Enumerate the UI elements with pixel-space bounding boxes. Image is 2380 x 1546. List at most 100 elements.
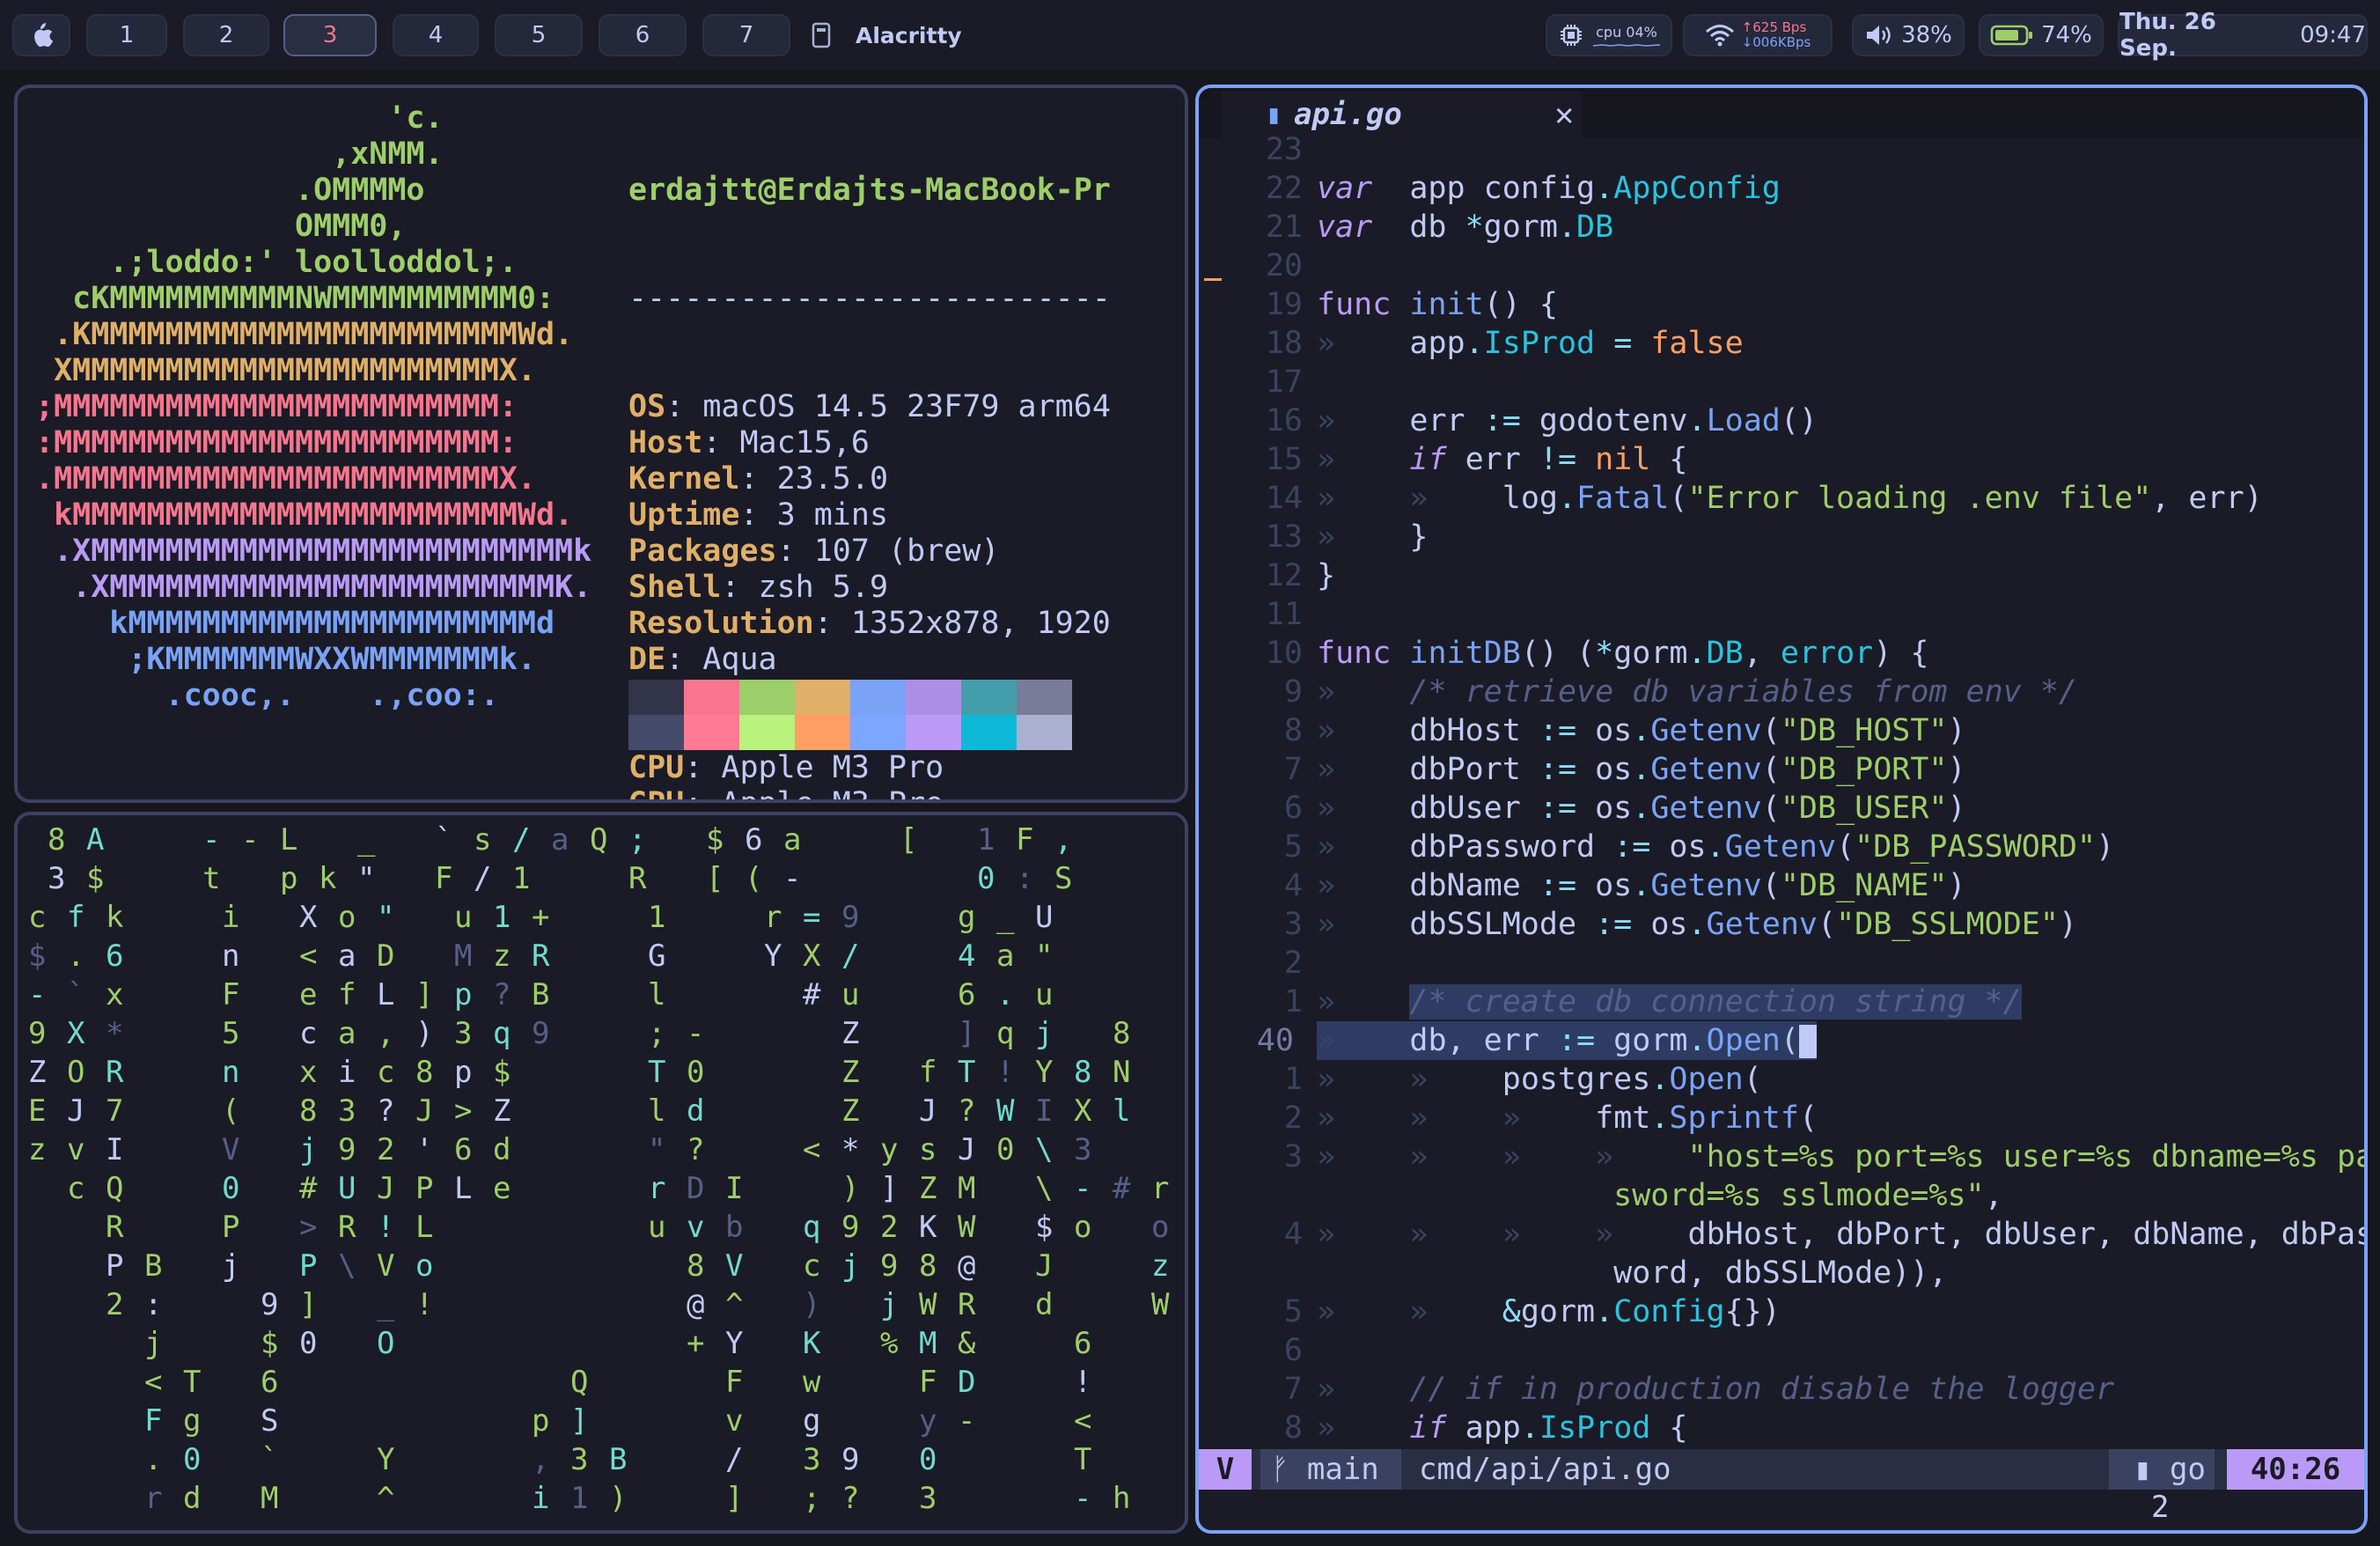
matrix-glyph: M <box>454 939 473 974</box>
matrix-glyph: X <box>803 939 821 974</box>
matrix-glyph: M <box>261 1481 279 1516</box>
matrix-glyph: r <box>144 1481 163 1516</box>
info-row: DE: Aqua <box>628 642 1111 678</box>
line-number: 20 <box>1265 248 1303 283</box>
code-line: 7 » dbPort := os.Getenv("DB_PORT") <box>1199 750 2364 789</box>
code-token: err <box>1446 442 1539 477</box>
workspace-3-button[interactable]: 3 <box>283 14 377 56</box>
matrix-glyph: \ <box>338 1248 356 1284</box>
code-token: gorm <box>1613 636 1688 671</box>
close-icon[interactable]: ✕ <box>1554 97 1574 133</box>
code-token: » <box>1317 442 1355 477</box>
code-text: func init() { <box>1317 285 1558 324</box>
code-token: DB <box>1576 210 1614 245</box>
matrix-glyph: Q <box>570 1365 589 1400</box>
matrix-glyph: t <box>202 861 221 896</box>
matrix-glyph: T <box>958 1055 976 1090</box>
code-token: gorm <box>1483 210 1558 245</box>
matrix-glyph: . <box>996 977 1015 1012</box>
code-token: IsProd <box>1539 1410 1651 1446</box>
info-row: Resolution: 1352x878, 1920 <box>628 606 1111 642</box>
code-line: 20 <box>1199 247 2364 285</box>
battery-widget[interactable]: 74% <box>1979 14 2104 56</box>
code-line: 6 <box>1199 1331 2364 1370</box>
command-line[interactable]: 2 <box>2151 1490 2169 1525</box>
workspace-2-button[interactable]: 2 <box>183 14 269 56</box>
matrix-rain-terminal-pane[interactable]: 8 A - - L _ ` s / a Q; $6 a[1 F, 3 $ t p k " F/1 R[(-0: Sc f k i X… <box>14 812 1188 1534</box>
matrix-glyph: b <box>725 1210 744 1245</box>
matrix-glyph: / <box>841 939 860 974</box>
code-line: 8 » if app.IsProd { <box>1199 1409 2364 1447</box>
matrix-glyph: = <box>803 900 821 935</box>
matrix-glyph: # <box>299 1171 318 1206</box>
code-text: » dbUser := os.Getenv("DB_USER") <box>1317 789 1966 828</box>
info-value: 1352x878, 1920 <box>850 606 1111 641</box>
info-colon: : <box>739 461 777 497</box>
workspace-label: 1 <box>119 22 135 48</box>
matrix-glyph: 6 <box>454 1132 473 1167</box>
battery-level: 74% <box>2041 22 2092 48</box>
matrix-glyph: ) <box>415 1016 434 1051</box>
code-line: 9 » /* retrieve db variables from env */ <box>1199 673 2364 711</box>
cpu-widget[interactable]: cpu 04% <box>1546 14 1672 56</box>
matrix-glyph: R <box>628 861 647 896</box>
matrix-glyph: j <box>841 1248 860 1284</box>
line-number: 17 <box>1265 364 1303 400</box>
matrix-glyph: , <box>377 1016 395 1051</box>
workspace-1-button[interactable]: 1 <box>86 14 167 56</box>
workspace-4-button[interactable]: 4 <box>393 14 479 56</box>
workspace-7-button[interactable]: 7 <box>702 14 790 56</box>
code-line: 18 » app.IsProd = false <box>1199 324 2364 363</box>
code-token: "Error loading .env file" <box>1687 481 2152 516</box>
code-token: Getenv <box>1706 907 1818 942</box>
info-value: 107 (brew) <box>813 534 1000 569</box>
front-app-indicator[interactable]: Alacritty <box>812 14 962 56</box>
line-number: 40 <box>1256 1023 1294 1058</box>
matrix-glyph: ) <box>841 1171 860 1206</box>
matrix-glyph: l <box>648 1093 666 1129</box>
matrix-glyph: D <box>687 1171 705 1206</box>
code-line: 7 » // if in production disable the logge… <box>1199 1370 2364 1409</box>
matrix-glyph: [ <box>900 822 918 858</box>
matrix-glyph: N <box>1113 1055 1131 1090</box>
code-token: gorm <box>1595 1023 1688 1058</box>
matrix-glyph: o <box>415 1248 434 1284</box>
matrix-glyph: j <box>144 1326 163 1361</box>
neofetch-terminal-pane[interactable]: 'c. ,xNMM. .OMMMMo OMMM0, .;loddo:' lool… <box>14 85 1188 803</box>
network-widget[interactable]: ↑625 Bps ↓006KBps <box>1683 14 1833 56</box>
workspace-6-button[interactable]: 6 <box>599 14 687 56</box>
matrix-glyph: 1 <box>570 1481 589 1516</box>
matrix-glyph: X <box>67 1016 85 1051</box>
logo-line: kMMMMMMMMMMMMMMMMMMMMMMd <box>35 606 555 641</box>
matrix-glyph: g <box>183 1403 202 1439</box>
matrix-glyph: k <box>106 900 124 935</box>
matrix-glyph: U <box>338 1171 356 1206</box>
terminal-app-icon <box>812 22 831 48</box>
matrix-glyph: 3 <box>919 1481 937 1516</box>
apple-menu-button[interactable] <box>12 14 70 56</box>
clock-widget[interactable]: Thu. 26 Sep. 09:47 <box>2118 9 2368 62</box>
matrix-glyph: P <box>299 1248 318 1284</box>
matrix-glyph: ) <box>803 1287 821 1322</box>
volume-widget[interactable]: 38% <box>1852 14 1965 56</box>
code-token: . <box>1650 1062 1670 1097</box>
matrix-glyph: O <box>377 1326 395 1361</box>
matrix-glyph: o <box>1074 1210 1092 1245</box>
info-row: GPU: Apple M3 Pro <box>628 786 1111 799</box>
matrix-glyph: f <box>338 977 356 1012</box>
matrix-glyph: R <box>338 1210 356 1245</box>
matrix-glyph: j <box>299 1132 318 1167</box>
matrix-glyph: y <box>880 1132 899 1167</box>
code-token: IsProd <box>1483 326 1596 361</box>
code-token: "DB_USER" <box>1780 791 1948 826</box>
git-sign-deleted <box>1204 278 1222 281</box>
neovim-editor-pane[interactable]: ▮ api.go ✕ 23 22 var app config.AppConfig 2… <box>1195 85 2368 1534</box>
code-token: "DB_PORT" <box>1780 752 1948 787</box>
workspace-5-button[interactable]: 5 <box>495 14 583 56</box>
matrix-glyph: " <box>648 1132 666 1167</box>
matrix-glyph: 9 <box>338 1132 356 1167</box>
matrix-glyph: i <box>222 900 240 935</box>
matrix-glyph: 9 <box>841 1442 860 1477</box>
matrix-glyph: 1 <box>493 900 511 935</box>
